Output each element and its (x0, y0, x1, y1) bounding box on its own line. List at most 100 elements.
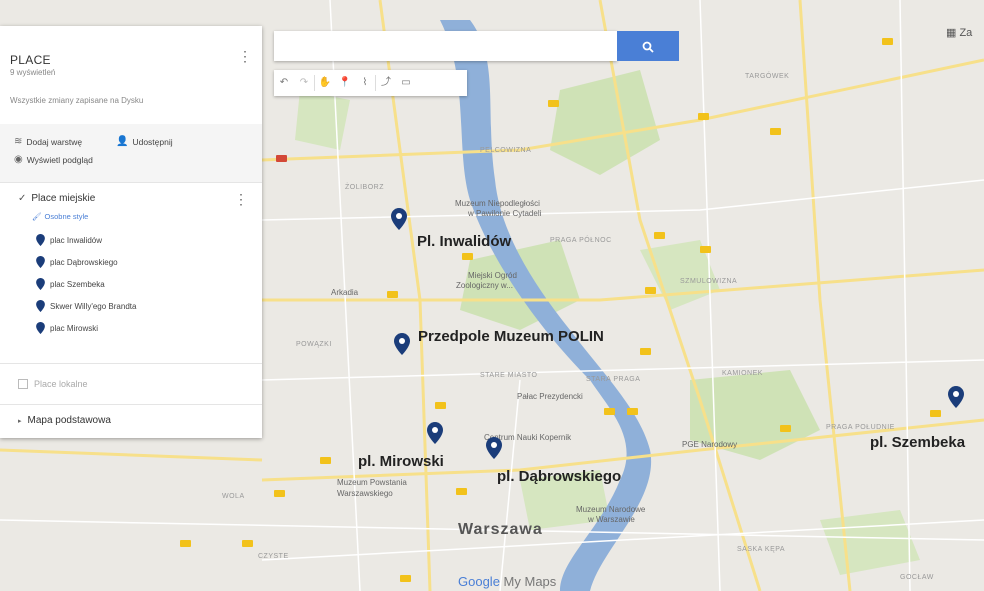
layer-item-label: plac Szembeka (50, 279, 105, 289)
poi-label: Arkadia (331, 288, 359, 297)
search-icon (642, 41, 654, 53)
add-person-icon: 👤 (116, 136, 129, 147)
checkbox[interactable] (18, 379, 28, 389)
road-badge (456, 488, 467, 495)
map-pin-icon[interactable] (486, 437, 502, 459)
road-badge (698, 113, 709, 120)
layer-header[interactable]: ✓ Place miejskie (18, 193, 95, 204)
poi-label: Pałac Prezydencki (517, 392, 583, 401)
layer-title: Place miejskie (31, 193, 96, 204)
local-places-label: Place lokalne (34, 379, 88, 389)
layer-item[interactable]: plac Szembeka (36, 278, 105, 290)
expand-arrow-icon[interactable]: ▸ (18, 417, 22, 425)
pin-icon (36, 234, 45, 246)
district-label: PELCOWIZNA (480, 147, 532, 154)
map-pin-icon[interactable] (948, 386, 964, 408)
ruler-icon[interactable]: ▭ (396, 70, 416, 96)
style-link[interactable]: 🖌 Osobne style (32, 212, 88, 221)
district-label: STARE MIASTO (480, 372, 538, 379)
road-badge (180, 540, 191, 547)
map-pin-icon[interactable] (427, 422, 443, 444)
road-badge (462, 253, 473, 260)
preview-button[interactable]: ◉ Wyświetl podgląd (14, 154, 93, 165)
layer-item-label: plac Dąbrowskiego (50, 257, 118, 267)
local-places-toggle[interactable]: Place lokalne (18, 379, 88, 389)
pin-icon (36, 322, 45, 334)
more-options-icon[interactable]: ⋮ (238, 48, 252, 64)
local-places-section: Place lokalne (0, 364, 262, 405)
road-badge (627, 408, 638, 415)
district-label: STARA PRAGA (586, 376, 641, 383)
district-label: PRAGA PÓŁNOC (550, 237, 612, 244)
line-icon[interactable]: ⌇ (355, 70, 375, 96)
search-button[interactable] (617, 31, 679, 61)
layer-options-icon[interactable]: ⋮ (234, 191, 248, 208)
place-label-mirowski: pl. Mirowski (358, 453, 444, 470)
my-maps-wordmark: My Maps (503, 574, 557, 589)
road-badge (645, 287, 656, 294)
share-button[interactable]: 👤 Udostępnij (116, 136, 173, 147)
poi-label: w Warszawie (588, 515, 635, 524)
undo-icon[interactable]: ↶ (274, 70, 294, 96)
road-badge (700, 246, 711, 253)
preview-label: Wyświetl podgląd (26, 154, 93, 165)
base-map-toggle[interactable]: ▸ Mapa podstawowa (18, 415, 111, 426)
layer-section: ✓ Place miejskie ⋮ 🖌 Osobne style plac I… (0, 183, 262, 364)
add-layer-button[interactable]: ≋ Dodaj warstwę (14, 136, 82, 147)
layer-item[interactable]: plac Mirowski (36, 322, 98, 334)
hand-icon[interactable]: ✋ (315, 70, 335, 96)
eye-icon: ◉ (14, 154, 23, 165)
route-icon[interactable]: ⤴ (376, 70, 396, 96)
district-label: KAMIONEK (722, 370, 763, 377)
road-badge (780, 425, 791, 432)
layer-item-label: plac Inwalidów (50, 235, 103, 245)
district-label: SASKA KĘPA (737, 546, 786, 553)
pin-icon (36, 300, 45, 312)
share-label: Udostępnij (132, 136, 173, 147)
checkmark-icon[interactable]: ✓ (18, 193, 26, 204)
map-pin-icon[interactable] (394, 333, 410, 355)
google-wordmark: Google (458, 574, 500, 589)
map-toolbar: ↶ ↷ ✋ 📍 ⌇ ⤴ ▭ (274, 70, 467, 96)
layer-item[interactable]: Skwer Willy'ego Brandta (36, 300, 136, 312)
map-pin-icon[interactable] (391, 208, 407, 230)
road-badge (770, 128, 781, 135)
pin-icon (36, 278, 45, 290)
google-my-maps-logo: Google My Maps (458, 574, 556, 589)
redo-icon[interactable]: ↷ (294, 70, 314, 96)
district-label: PRAGA POŁUDNIE (826, 424, 895, 431)
place-label-polin: Przedpole Muzeum POLIN (418, 328, 604, 345)
apps-grid-icon[interactable]: ▦ Za (946, 26, 972, 39)
district-label: WOLA (222, 493, 245, 500)
road-badge (640, 348, 651, 355)
district-label: SZMULOWIZNA (680, 278, 738, 285)
poi-label: Muzeum Powstania (337, 478, 407, 487)
search-input[interactable] (274, 31, 617, 61)
layer-item[interactable]: plac Inwalidów (36, 234, 102, 246)
layer-item[interactable]: plac Dąbrowskiego (36, 256, 118, 268)
district-label: ŻOLIBORZ (345, 184, 385, 191)
road-badge (882, 38, 893, 45)
district-label: TARGÓWEK (745, 73, 790, 80)
road-badge (930, 410, 941, 417)
district-label: POWĄZKI (296, 341, 332, 348)
layer-item-label: Skwer Willy'ego Brandta (50, 301, 137, 311)
marker-icon[interactable]: 📍 (335, 70, 355, 96)
pin-icon (36, 256, 45, 268)
road-badge (242, 540, 253, 547)
add-layer-label: Dodaj warstwę (26, 136, 83, 147)
district-label: CZYSTE (258, 553, 289, 560)
style-label: Osobne style (44, 212, 89, 221)
layer-item-label: plac Mirowski (50, 323, 99, 333)
poi-label: Muzeum Narodowe (576, 505, 646, 514)
place-label-dabrowskiego: pl. Dąbrowskiego (497, 468, 622, 485)
road-badge (274, 490, 285, 497)
poi-label: Warszawskiego (337, 489, 393, 498)
map-title[interactable]: PLACE (10, 53, 51, 67)
paint-roller-icon: 🖌 (32, 212, 42, 221)
place-label-szembeka: pl. Szembeka (870, 434, 966, 451)
poi-label: Zoologiczny w... (456, 281, 513, 290)
road-badge (435, 402, 446, 409)
layers-icon: ≋ (14, 136, 23, 147)
road-badge (276, 155, 287, 162)
